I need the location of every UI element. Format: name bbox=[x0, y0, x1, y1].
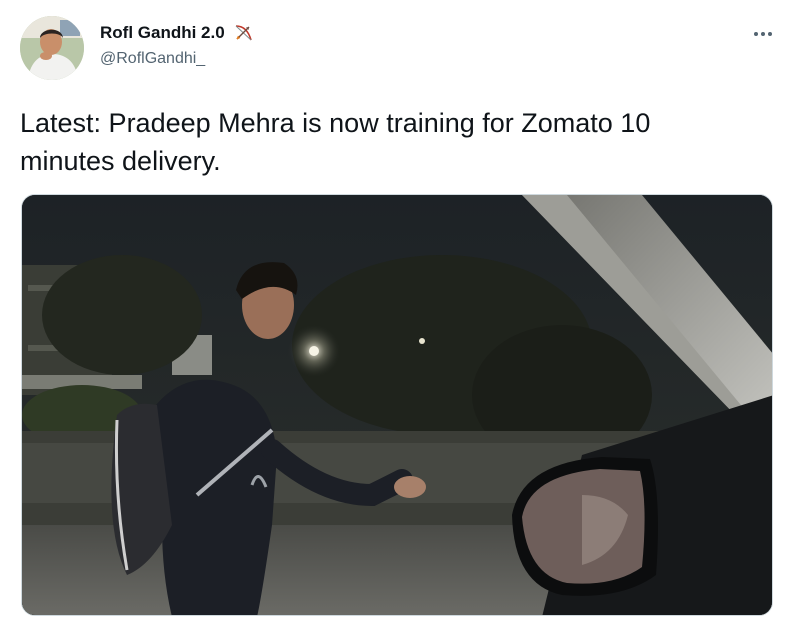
more-options-icon[interactable] bbox=[748, 24, 778, 44]
tweet-media-photo[interactable] bbox=[21, 194, 773, 616]
more-dot bbox=[768, 32, 772, 36]
more-dot bbox=[754, 32, 758, 36]
media-image bbox=[22, 195, 772, 615]
avatar-image bbox=[20, 16, 84, 80]
bow-and-arrow-icon bbox=[233, 22, 255, 44]
author-handle[interactable]: @RoflGandhi_ bbox=[100, 50, 205, 68]
author-name-row: Rofl Gandhi 2.0 bbox=[100, 22, 255, 44]
tweet: Rofl Gandhi 2.0 @RoflGandhi_ Latest: Pra… bbox=[0, 0, 793, 638]
tweet-text: Latest: Pradeep Mehra is now training fo… bbox=[20, 108, 651, 176]
author-display-name[interactable]: Rofl Gandhi 2.0 bbox=[100, 23, 225, 43]
avatar[interactable] bbox=[20, 16, 84, 80]
more-dot bbox=[761, 32, 765, 36]
